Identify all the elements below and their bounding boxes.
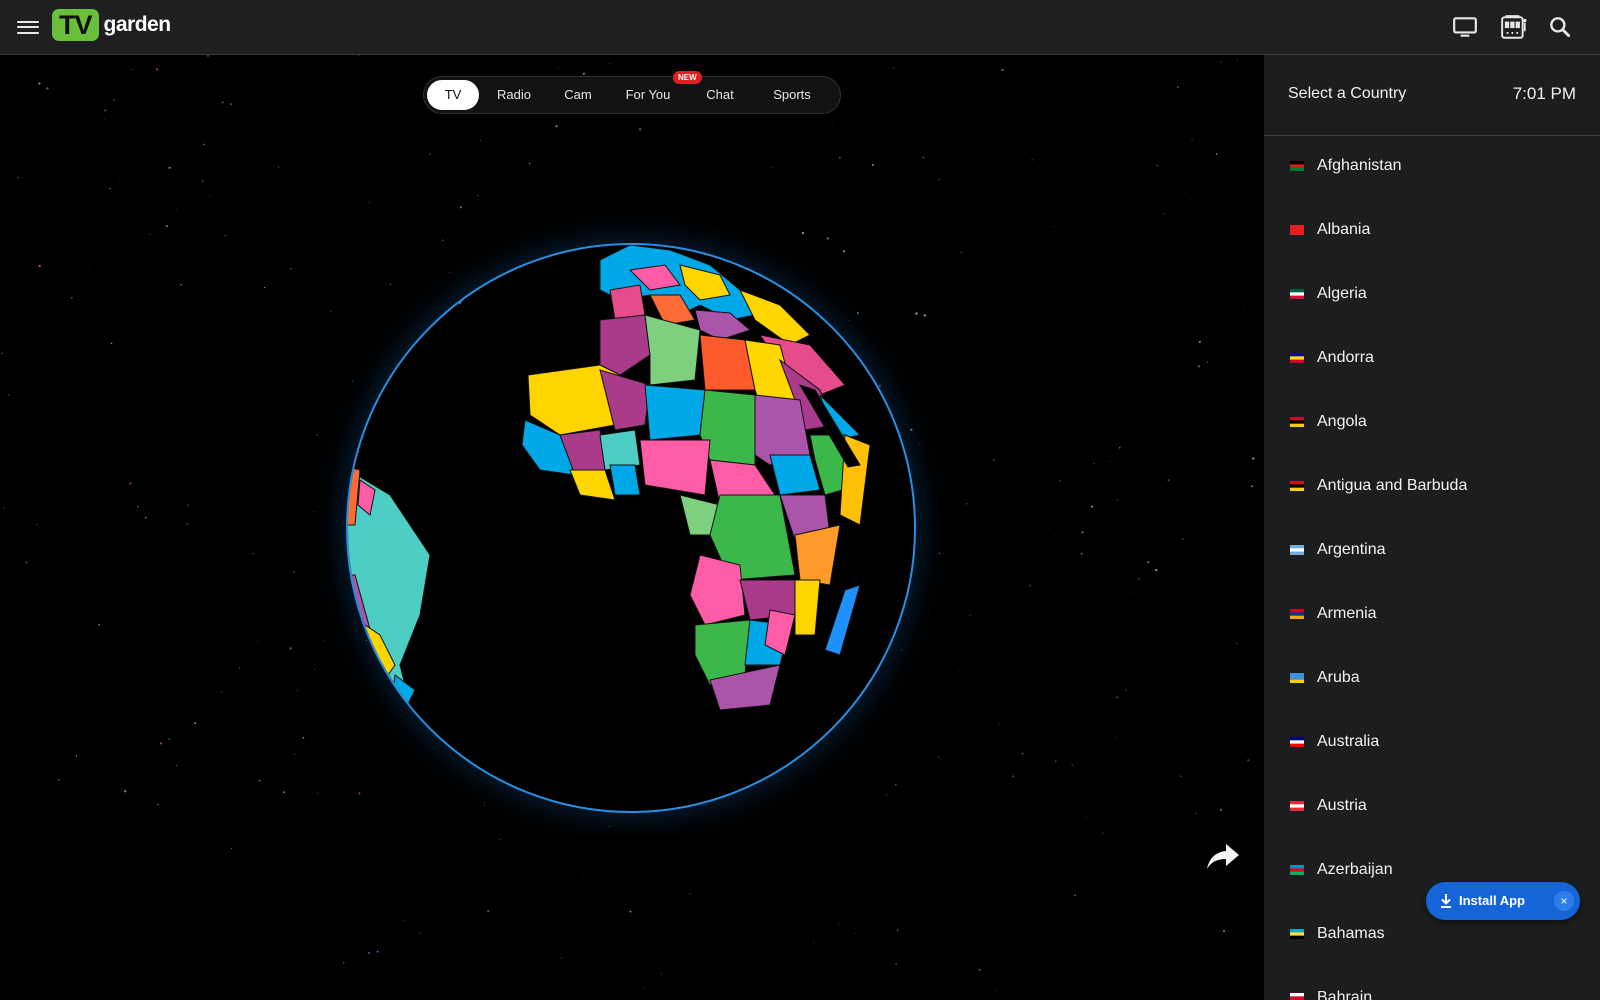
top-bar: TV garden: [0, 0, 1600, 55]
country-item[interactable]: Afghanistan: [1264, 136, 1600, 200]
country-list: Afghanistan Albania Algeria Andorra Angola An…: [1264, 136, 1600, 1000]
flag-icon: [1290, 545, 1304, 555]
flag-icon: [1290, 673, 1304, 683]
flag-icon: [1290, 993, 1304, 1000]
flag-icon: [1290, 929, 1304, 939]
country-name: Azerbaijan: [1317, 861, 1393, 878]
current-time: 7:01 PM: [1512, 84, 1576, 103]
tab-radio[interactable]: Radio: [486, 80, 542, 110]
close-icon[interactable]: ×: [1554, 891, 1574, 911]
tab-cam[interactable]: Cam: [554, 80, 602, 110]
country-item[interactable]: Andorra: [1264, 328, 1600, 392]
tab-tv[interactable]: TV: [427, 80, 479, 110]
country-item[interactable]: Angola: [1264, 392, 1600, 456]
country-name: Antigua and Barbuda: [1317, 477, 1468, 494]
logo-badge: TV: [52, 9, 99, 41]
logo-text: garden: [103, 13, 172, 36]
country-name: Aruba: [1317, 669, 1360, 686]
country-item[interactable]: Bahrain: [1264, 968, 1600, 1000]
country-name: Afghanistan: [1317, 157, 1402, 174]
menu-icon[interactable]: [17, 17, 39, 37]
country-item[interactable]: Algeria: [1264, 264, 1600, 328]
flag-icon: [1290, 609, 1304, 619]
country-name: Armenia: [1317, 605, 1377, 622]
install-app-label: Install App: [1459, 893, 1525, 908]
flag-icon: [1290, 289, 1304, 299]
flag-icon: [1290, 417, 1304, 427]
flag-icon: [1290, 353, 1304, 363]
country-name: Algeria: [1317, 285, 1367, 302]
country-item[interactable]: Aruba: [1264, 648, 1600, 712]
flag-icon: [1290, 737, 1304, 747]
flag-icon: [1290, 865, 1304, 875]
sidebar-header: Select a Country 7:01 PM: [1264, 55, 1600, 136]
country-name: Bahamas: [1317, 925, 1385, 942]
country-name: Austria: [1317, 797, 1367, 814]
tab-sports[interactable]: Sports: [757, 80, 827, 110]
country-name: Bahrain: [1317, 989, 1373, 1000]
country-item[interactable]: Armenia: [1264, 584, 1600, 648]
flag-icon: [1290, 801, 1304, 811]
country-sidebar: Select a Country 7:01 PM Afghanistan Alba…: [1264, 55, 1600, 1000]
country-item[interactable]: Austria: [1264, 776, 1600, 840]
flag-icon: [1290, 161, 1304, 171]
tab-for-you[interactable]: For You: [612, 80, 684, 110]
category-tabs: TV Radio Cam For You Chat Sports: [423, 76, 841, 114]
country-item[interactable]: Australia: [1264, 712, 1600, 776]
country-name: Argentina: [1317, 541, 1386, 558]
country-item[interactable]: Antigua and Barbuda: [1264, 456, 1600, 520]
sidebar-title: Select a Country: [1288, 85, 1407, 102]
slot-machine-icon[interactable]: [1500, 14, 1528, 40]
globe[interactable]: [300, 195, 940, 835]
tv-icon[interactable]: [1452, 14, 1478, 40]
country-name: Angola: [1317, 413, 1367, 430]
country-item[interactable]: Argentina: [1264, 520, 1600, 584]
tab-chat[interactable]: Chat: [690, 80, 750, 110]
country-name: Australia: [1317, 733, 1380, 750]
share-icon[interactable]: [1205, 840, 1241, 872]
flag-icon: [1290, 225, 1304, 235]
new-badge: NEW: [673, 71, 702, 84]
country-item[interactable]: Albania: [1264, 200, 1600, 264]
search-icon[interactable]: [1547, 14, 1573, 40]
country-name: Albania: [1317, 221, 1371, 238]
country-name: Andorra: [1317, 349, 1374, 366]
flag-icon: [1290, 481, 1304, 491]
install-app-button[interactable]: Install App ×: [1426, 882, 1580, 920]
download-icon: [1441, 894, 1451, 908]
logo[interactable]: TV garden: [52, 9, 171, 41]
